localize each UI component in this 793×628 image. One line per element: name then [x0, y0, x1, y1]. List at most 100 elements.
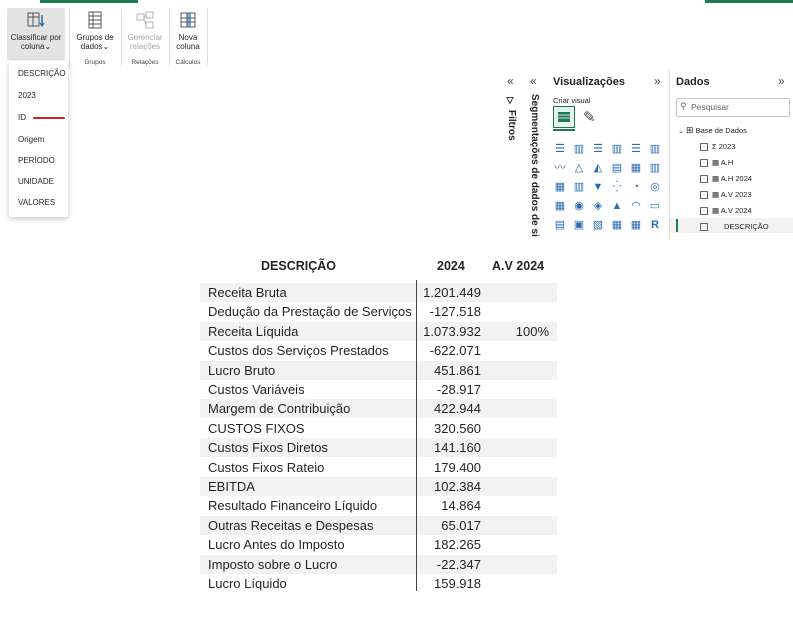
kpi-icon[interactable]: ▣: [572, 219, 586, 232]
cell-descricao: Custos Fixos Rateio: [208, 459, 325, 475]
table-row[interactable]: Custos dos Serviços Prestados -622.071: [200, 341, 557, 360]
menu-item-origem[interactable]: Origem: [18, 135, 44, 144]
field-av-2023[interactable]: ▦ A.V 2023: [700, 190, 752, 200]
table-row[interactable]: Lucro Bruto 451.861: [200, 360, 557, 380]
clustered-column-icon[interactable]: ▥: [610, 143, 624, 156]
combo-chart-icon[interactable]: ▦: [553, 181, 567, 194]
column-100-icon[interactable]: ▥: [648, 143, 662, 156]
group-label-relacoes: Relações: [131, 59, 159, 66]
field-descricao[interactable]: DESCRIÇÃO: [700, 222, 769, 232]
field-checkbox[interactable]: [700, 207, 708, 216]
line-chart-icon[interactable]: 〰: [553, 162, 567, 175]
stacked-column-icon[interactable]: ▥: [572, 143, 586, 156]
expand-slicers-icon[interactable]: «: [530, 74, 537, 88]
slicers-pane[interactable]: « Segmentações de dados de si: [525, 70, 548, 240]
table-row[interactable]: Custos Variáveis -28.917: [200, 380, 557, 399]
azure-map-icon[interactable]: ▲: [610, 200, 624, 213]
format-visual-icon[interactable]: ✎: [583, 108, 596, 126]
table-row[interactable]: Dedução da Prestação de Serviços -127.518: [200, 302, 557, 321]
field-ah[interactable]: ▦ A.H: [700, 158, 733, 168]
filled-map-icon[interactable]: ◈: [591, 200, 605, 213]
menu-item-periodo[interactable]: PERÍODO: [18, 156, 55, 165]
bar-100-icon[interactable]: ☰: [629, 143, 643, 156]
filters-pane[interactable]: « ▽ Filtros: [501, 70, 526, 240]
cell-2024: 179.400: [434, 459, 481, 475]
cell-descricao: Resultado Financeiro Líquido: [208, 498, 378, 514]
table-row[interactable]: Imposto sobre o Lucro -22.347: [200, 554, 557, 574]
group-label-calculos: Cálculos: [175, 59, 201, 66]
funnel-icon[interactable]: ▼: [591, 181, 605, 194]
build-visual-tab[interactable]: [553, 106, 575, 128]
table-node-base-de-dados[interactable]: ⌄ ⊞ Base de Dados: [678, 125, 747, 136]
clustered-bar-icon[interactable]: ☰: [591, 143, 605, 156]
field-checkbox[interactable]: [700, 175, 708, 184]
column-separator: [416, 280, 417, 591]
table-row[interactable]: Receita Bruta 1.201.449: [200, 283, 557, 302]
waterfall-icon[interactable]: ▥: [648, 162, 662, 175]
line-column-icon[interactable]: ▦: [629, 162, 643, 175]
field-checkbox[interactable]: [700, 223, 708, 232]
card-icon[interactable]: ▭: [648, 200, 662, 213]
slicers-pane-label: Segmentações de dados de si: [529, 94, 540, 237]
data-search-input[interactable]: ⚲ Pesquisar: [676, 98, 790, 117]
data-groups-button[interactable]: Grupos de dados⌄: [73, 8, 117, 51]
table-row[interactable]: Receita Líquida 1.073.932 100%: [200, 321, 557, 341]
table-row[interactable]: Custos Fixos Diretos 141.160: [200, 438, 557, 458]
menu-item-2023[interactable]: 2023: [18, 91, 36, 100]
map-icon[interactable]: ◉: [572, 200, 586, 213]
new-column-button[interactable]: Nova coluna: [172, 8, 204, 51]
field-checkbox[interactable]: [700, 191, 708, 200]
field-checkbox[interactable]: [700, 143, 708, 152]
stacked-area-icon[interactable]: ◭: [591, 162, 605, 175]
ribbon-separator: [207, 8, 208, 66]
cell-descricao: Custos Variáveis: [208, 382, 305, 397]
column-header-descricao[interactable]: DESCRIÇÃO: [261, 259, 336, 273]
gauge-icon[interactable]: ◠: [629, 200, 643, 213]
matrix-icon[interactable]: ▦: [629, 219, 643, 232]
area-chart-icon[interactable]: △: [572, 162, 586, 175]
table-row[interactable]: EBITDA 102.384: [200, 477, 557, 496]
search-placeholder: Pesquisar: [691, 102, 729, 112]
sort-by-column-icon: [27, 12, 45, 28]
cell-2024: 182.265: [434, 537, 481, 553]
field-av-2024[interactable]: ▦ A.V 2024: [700, 206, 752, 216]
r-visual-icon[interactable]: R: [648, 219, 662, 232]
collapse-data-icon[interactable]: »: [778, 74, 785, 88]
pie-icon[interactable]: ◔: [629, 181, 643, 194]
manage-relationships-label-1: Gerenciar: [127, 33, 163, 42]
multi-row-card-icon[interactable]: ▤: [553, 219, 567, 232]
selected-field-indicator: [676, 219, 678, 232]
table-row[interactable]: Outras Receitas e Despesas 65.017: [200, 515, 557, 535]
measure-icon: ▦: [712, 206, 721, 215]
treemap-icon[interactable]: ▦: [553, 200, 567, 213]
ribbon-chart-icon[interactable]: ▤: [610, 162, 624, 175]
expand-filters-icon[interactable]: «: [507, 74, 514, 88]
cell-descricao: Dedução da Prestação de Serviços: [208, 304, 412, 320]
field-ah-2024[interactable]: ▦ A.H 2024: [700, 174, 752, 184]
stacked-bar-icon[interactable]: ☰: [553, 143, 567, 156]
table-row[interactable]: Resultado Financeiro Líquido 14.864: [200, 496, 557, 515]
column-header-2024[interactable]: 2024: [437, 259, 465, 273]
menu-item-id[interactable]: ID: [18, 113, 26, 122]
menu-item-unidade[interactable]: UNIDADE: [18, 177, 54, 186]
column-header-av-2024[interactable]: A.V 2024: [492, 259, 544, 273]
slicer-icon[interactable]: ▧: [591, 219, 605, 232]
menu-item-valores[interactable]: VALORES: [18, 198, 55, 207]
table-row[interactable]: Margem de Contribuição 422.944: [200, 399, 557, 419]
manage-relationships-button[interactable]: Gerenciar relações: [125, 8, 165, 51]
menu-item-descricao[interactable]: DESCRIÇÃO: [18, 69, 66, 78]
table-row[interactable]: Lucro Antes do Imposto 182.265: [200, 535, 557, 554]
table-row[interactable]: Lucro Líquido 159.918: [200, 574, 557, 593]
cell-2024: -127.518: [429, 304, 481, 320]
collapse-visualizations-icon[interactable]: »: [654, 74, 661, 88]
field-2023[interactable]: Σ 2023: [700, 142, 735, 152]
sort-by-column-button[interactable]: Classificar por coluna⌄: [7, 8, 65, 60]
donut-icon[interactable]: ◎: [648, 181, 662, 194]
table-row[interactable]: CUSTOS FIXOS 320.560: [200, 419, 557, 438]
table-row[interactable]: Custos Fixos Rateio 179.400: [200, 458, 557, 477]
line-clustered-icon[interactable]: ▥: [572, 181, 586, 194]
scatter-icon[interactable]: ⁛: [610, 181, 624, 194]
relationships-icon: [136, 11, 154, 29]
table-icon[interactable]: ▦: [610, 219, 624, 232]
field-checkbox[interactable]: [700, 159, 708, 168]
